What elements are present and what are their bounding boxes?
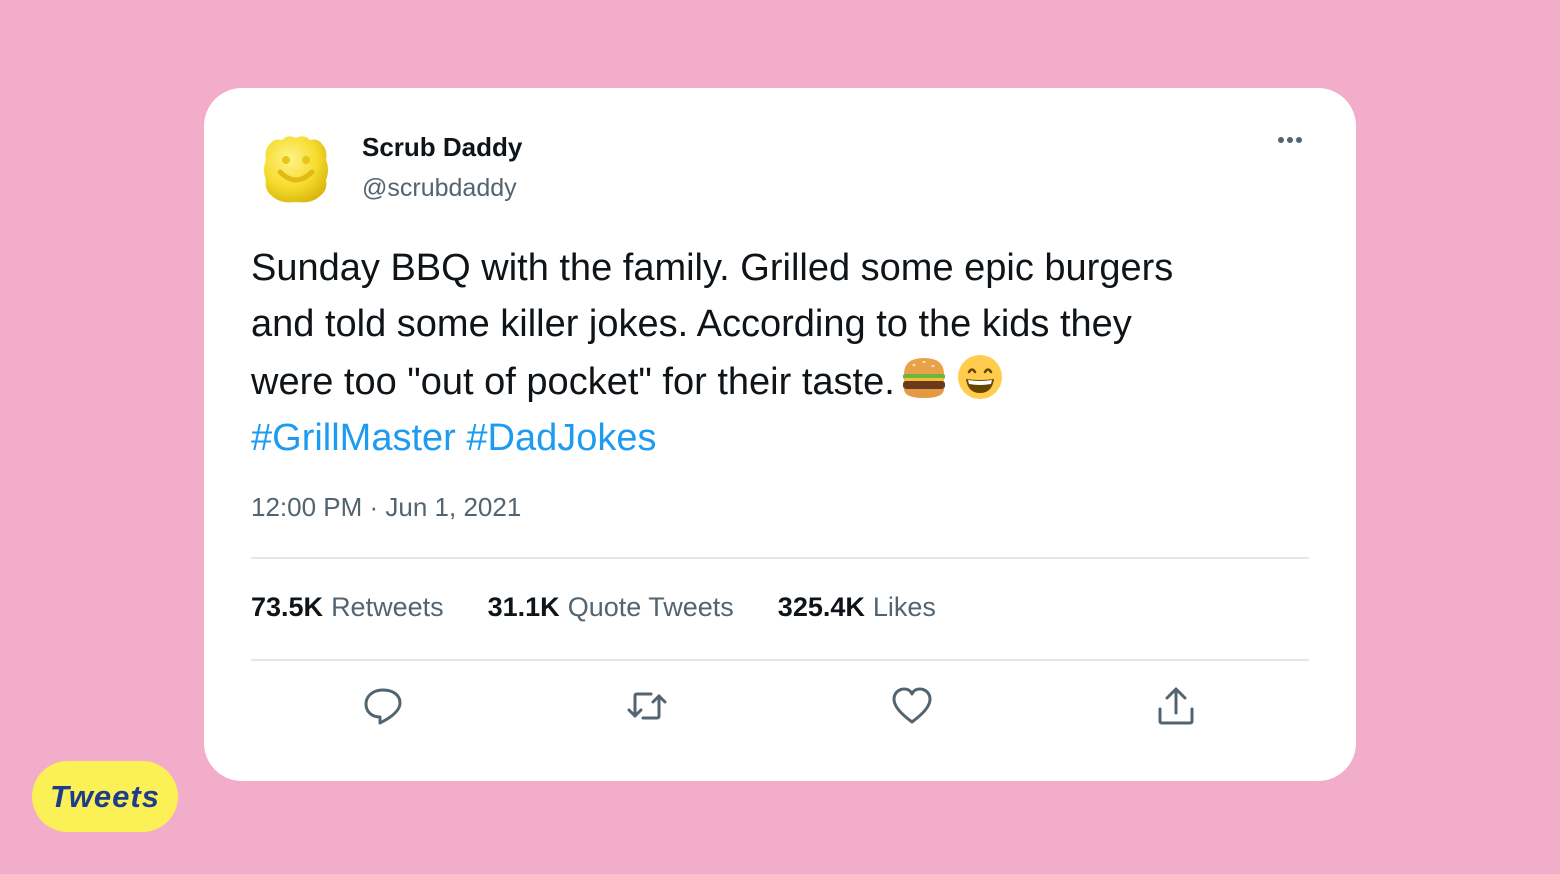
tweet-text: Sunday BBQ with the family. Grilled some… xyxy=(251,240,1311,466)
tweet-card: Scrub Daddy @scrubdaddy Sunday BBQ with … xyxy=(204,88,1356,781)
more-options-button[interactable] xyxy=(1268,126,1312,154)
scrub-daddy-avatar-icon xyxy=(264,136,328,203)
more-dots-icon xyxy=(1278,137,1302,143)
tweet-text-line: were too "out of pocket" for their taste… xyxy=(251,361,895,403)
burger-emoji-icon xyxy=(902,358,945,398)
hashtag-link[interactable]: #GrillMaster xyxy=(251,417,456,459)
avatar[interactable] xyxy=(258,130,334,206)
hashtag-link[interactable]: #DadJokes xyxy=(466,417,656,459)
retweets-stat[interactable]: 73.5K Retweets xyxy=(251,592,444,623)
share-icon xyxy=(1158,687,1194,725)
tweet-timestamp[interactable]: 12:00 PM · Jun 1, 2021 xyxy=(251,492,521,523)
likes-count: 325.4K xyxy=(777,592,865,622)
tweet-text-line-with-emojis: were too "out of pocket" for their taste… xyxy=(251,352,1311,410)
quote-tweets-count: 31.1K xyxy=(487,592,560,622)
retweet-button[interactable] xyxy=(625,684,669,728)
display-name[interactable]: Scrub Daddy xyxy=(362,132,522,163)
quote-tweets-label: Quote Tweets xyxy=(567,592,734,622)
like-button[interactable] xyxy=(890,684,934,728)
handle[interactable]: @scrubdaddy xyxy=(362,174,517,203)
share-button[interactable] xyxy=(1154,684,1198,728)
divider xyxy=(251,557,1309,559)
heart-icon xyxy=(892,687,932,724)
retweet-icon xyxy=(627,692,667,720)
retweets-label: Retweets xyxy=(331,592,444,622)
likes-stat[interactable]: 325.4K Likes xyxy=(778,592,936,623)
engagement-stats: 73.5K Retweets 31.1K Quote Tweets 325.4K Li… xyxy=(251,592,936,623)
quote-tweets-stat[interactable]: 31.1K Quote Tweets xyxy=(488,592,734,623)
reply-button[interactable] xyxy=(361,684,405,728)
hashtags-line: #GrillMaster #DadJokes xyxy=(251,410,1311,466)
tweet-text-line: and told some killer jokes. According to… xyxy=(251,303,1132,345)
tweets-badge: Tweets xyxy=(32,761,178,832)
likes-label: Likes xyxy=(872,592,936,622)
reply-icon xyxy=(364,688,402,725)
retweets-count: 73.5K xyxy=(251,592,324,622)
grinning-face-emoji-icon xyxy=(957,355,1002,399)
tweet-text-line: Sunday BBQ with the family. Grilled some… xyxy=(251,247,1174,289)
divider xyxy=(251,659,1309,661)
